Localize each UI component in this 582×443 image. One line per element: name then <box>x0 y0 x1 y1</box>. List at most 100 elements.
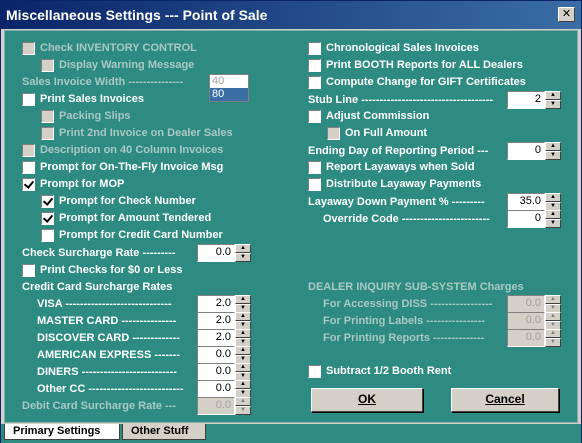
diss-labels-value[interactable]: 0.0 <box>507 312 545 330</box>
print-sales-invoices-checkbox[interactable]: Print Sales Invoices <box>22 92 144 106</box>
diss-reports-value[interactable]: 0.0 <box>507 329 545 347</box>
arrow-down-icon[interactable]: ▼ <box>545 100 561 109</box>
cc-rate-amex-value[interactable]: 0.0 <box>197 346 235 364</box>
diss-labels-spinner[interactable]: 0.0 ▲ ▼ <box>507 312 561 330</box>
report-layaways-checkbox[interactable]: Report Layaways when Sold <box>308 160 475 174</box>
arrow-up-icon[interactable]: ▲ <box>545 91 561 100</box>
layaway-down-label: Layaway Down Payment % --------- <box>308 196 485 208</box>
cc-rate-other-spinner[interactable]: 0.0 ▲ ▼ <box>197 380 251 398</box>
packing-slips-checkbox[interactable]: Packing Slips <box>41 109 131 123</box>
cc-rate-visa-value[interactable]: 2.0 <box>197 295 235 313</box>
checkbox-box <box>41 126 54 140</box>
debit-surcharge-spinner[interactable]: 0.0 ▲ ▼ <box>197 397 251 415</box>
check-surcharge-spinner[interactable]: 0.0 ▲ ▼ <box>197 244 251 262</box>
cc-rate-mastercard-spinner[interactable]: 2.0 ▲ ▼ <box>197 312 251 330</box>
invoice-width-listbox[interactable]: 40 80 <box>209 74 249 102</box>
prompt-mop-checkbox[interactable]: Prompt for MOP <box>22 177 124 191</box>
checkbox-box <box>308 177 321 191</box>
checkbox-box <box>327 126 340 140</box>
checkbox-box <box>308 41 321 55</box>
arrow-down-icon[interactable]: ▼ <box>545 151 561 160</box>
cc-rate-diners-value[interactable]: 0.0 <box>197 363 235 381</box>
chrono-invoices-checkbox[interactable]: Chronological Sales Invoices <box>308 41 479 55</box>
description-40-label: Description on 40 Column Invoices <box>40 144 224 156</box>
checkbox-box <box>308 364 321 378</box>
arrow-up-icon[interactable]: ▲ <box>235 397 251 406</box>
tab-other-stuff[interactable]: Other Stuff <box>122 424 206 440</box>
arrow-up-icon[interactable]: ▲ <box>235 329 251 338</box>
layaway-down-spinner[interactable]: 35.0 ▲ ▼ <box>507 193 561 211</box>
subtract-booth-checkbox[interactable]: Subtract 1/2 Booth Rent <box>308 364 451 378</box>
checkmark-icon <box>41 194 54 208</box>
override-code-value[interactable]: 0 <box>507 210 545 228</box>
tab-primary-settings[interactable]: Primary Settings <box>4 424 120 440</box>
arrow-up-icon[interactable]: ▲ <box>545 210 561 219</box>
distribute-layaway-checkbox[interactable]: Distribute Layaway Payments <box>308 177 481 191</box>
cc-rate-amex-spinner[interactable]: 0.0 ▲ ▼ <box>197 346 251 364</box>
distribute-layaway-label: Distribute Layaway Payments <box>326 178 482 190</box>
invoice-width-option-80[interactable]: 80 <box>210 88 248 101</box>
report-layaways-label: Report Layaways when Sold <box>326 161 475 173</box>
cc-rate-discover-spinner[interactable]: 2.0 ▲ ▼ <box>197 329 251 347</box>
arrow-up-icon[interactable]: ▲ <box>235 380 251 389</box>
arrow-up-icon[interactable]: ▲ <box>545 312 561 321</box>
arrow-down-icon[interactable]: ▼ <box>235 253 251 262</box>
override-code-spinner[interactable]: 0 ▲ ▼ <box>507 210 561 228</box>
checkbox-box <box>41 228 54 242</box>
adjust-commission-checkbox[interactable]: Adjust Commission <box>308 109 429 123</box>
invoice-width-label: Sales Invoice Width --------------- <box>22 76 184 88</box>
diss-accessing-value[interactable]: 0.0 <box>507 295 545 313</box>
prompt-amount-tendered-checkbox[interactable]: Prompt for Amount Tendered <box>41 211 211 225</box>
on-full-amount-checkbox[interactable]: On Full Amount <box>327 126 427 140</box>
layaway-down-value[interactable]: 35.0 <box>507 193 545 211</box>
arrow-down-icon[interactable]: ▼ <box>545 219 561 228</box>
print-checks-zero-checkbox[interactable]: Print Checks for $0 or Less <box>22 263 182 277</box>
diss-reports-label: For Printing Reports -------------- <box>323 332 485 344</box>
arrow-down-icon[interactable]: ▼ <box>235 406 251 415</box>
prompt-check-number-checkbox[interactable]: Prompt for Check Number <box>41 194 196 208</box>
prompt-otf-checkbox[interactable]: Prompt for On-The-Fly Invoice Msg <box>22 160 223 174</box>
diss-accessing-spinner[interactable]: 0.0 ▲ ▼ <box>507 295 561 313</box>
print-booth-checkbox[interactable]: Print BOOTH Reports for ALL Dealers <box>308 58 523 72</box>
checkbox-box <box>41 109 54 123</box>
arrow-up-icon[interactable]: ▲ <box>235 363 251 372</box>
ok-button-label: OK <box>358 392 376 406</box>
prompt-cc-number-checkbox[interactable]: Prompt for Credit Card Number <box>41 228 223 242</box>
debit-surcharge-value[interactable]: 0.0 <box>197 397 235 415</box>
arrow-up-icon[interactable]: ▲ <box>235 346 251 355</box>
description-40-checkbox[interactable]: Description on 40 Column Invoices <box>22 143 223 157</box>
checkbox-box <box>308 109 321 123</box>
display-warning-checkbox[interactable]: Display Warning Message <box>41 58 194 72</box>
print-2nd-invoice-checkbox[interactable]: Print 2nd Invoice on Dealer Sales <box>41 126 233 140</box>
cc-rate-other-value[interactable]: 0.0 <box>197 380 235 398</box>
arrow-down-icon[interactable]: ▼ <box>545 338 561 347</box>
close-button[interactable]: ✕ <box>558 7 575 22</box>
diss-reports-spinner[interactable]: 0.0 ▲ ▼ <box>507 329 561 347</box>
title-bar: Miscellaneous Settings --- Point of Sale… <box>1 1 581 29</box>
arrow-up-icon[interactable]: ▲ <box>235 312 251 321</box>
ending-day-spinner[interactable]: 0 ▲ ▼ <box>507 142 561 160</box>
prompt-check-number-label: Prompt for Check Number <box>59 195 196 207</box>
arrow-up-icon[interactable]: ▲ <box>545 142 561 151</box>
arrow-up-icon[interactable]: ▲ <box>545 193 561 202</box>
arrow-up-icon[interactable]: ▲ <box>545 295 561 304</box>
ending-day-value[interactable]: 0 <box>507 142 545 160</box>
cancel-button[interactable]: Cancel <box>451 388 559 412</box>
stub-line-spinner[interactable]: 2 ▲ ▼ <box>507 91 561 109</box>
invoice-width-option-40[interactable]: 40 <box>210 75 248 88</box>
cc-rate-visa-spinner[interactable]: 2.0 ▲ ▼ <box>197 295 251 313</box>
check-inventory-checkbox[interactable]: Check INVENTORY CONTROL <box>22 41 197 55</box>
diss-labels-label: For Printing Labels ---------------- <box>323 315 485 327</box>
stub-line-value[interactable]: 2 <box>507 91 545 109</box>
checkbox-box <box>41 58 54 72</box>
arrow-up-icon[interactable]: ▲ <box>235 295 251 304</box>
cc-rate-discover-value[interactable]: 2.0 <box>197 329 235 347</box>
cc-rate-mastercard-value[interactable]: 2.0 <box>197 312 235 330</box>
ok-button[interactable]: OK <box>311 388 423 412</box>
diss-header: DEALER INQUIRY SUB-SYSTEM Charges <box>308 281 524 293</box>
arrow-up-icon[interactable]: ▲ <box>235 244 251 253</box>
compute-change-checkbox[interactable]: Compute Change for GIFT Certificates <box>308 75 526 89</box>
cc-rate-diners-spinner[interactable]: 0.0 ▲ ▼ <box>197 363 251 381</box>
check-surcharge-value[interactable]: 0.0 <box>197 244 235 262</box>
arrow-up-icon[interactable]: ▲ <box>545 329 561 338</box>
